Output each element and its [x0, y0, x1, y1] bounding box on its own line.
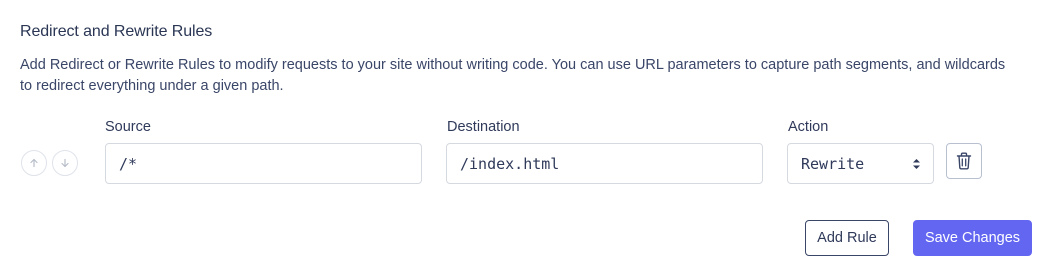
save-changes-button[interactable]: Save Changes: [913, 220, 1032, 256]
arrow-down-icon: [61, 158, 69, 168]
section-description: Add Redirect or Rewrite Rules to modify …: [20, 57, 1006, 94]
source-input[interactable]: [105, 143, 422, 184]
add-rule-button[interactable]: Add Rule: [805, 220, 889, 256]
trash-icon: [956, 152, 972, 170]
source-column-label: Source: [105, 119, 151, 135]
delete-rule-button[interactable]: [946, 143, 982, 179]
select-caret-icon: [913, 159, 920, 169]
destination-input[interactable]: [446, 143, 763, 184]
action-select[interactable]: Rewrite: [787, 143, 934, 184]
move-down-button[interactable]: [52, 150, 78, 176]
destination-column-label: Destination: [447, 119, 520, 135]
action-select-value: Rewrite: [801, 154, 865, 173]
section-title: Redirect and Rewrite Rules: [20, 23, 213, 40]
arrow-up-icon: [30, 158, 38, 168]
move-up-button[interactable]: [21, 150, 47, 176]
action-column-label: Action: [788, 119, 829, 135]
